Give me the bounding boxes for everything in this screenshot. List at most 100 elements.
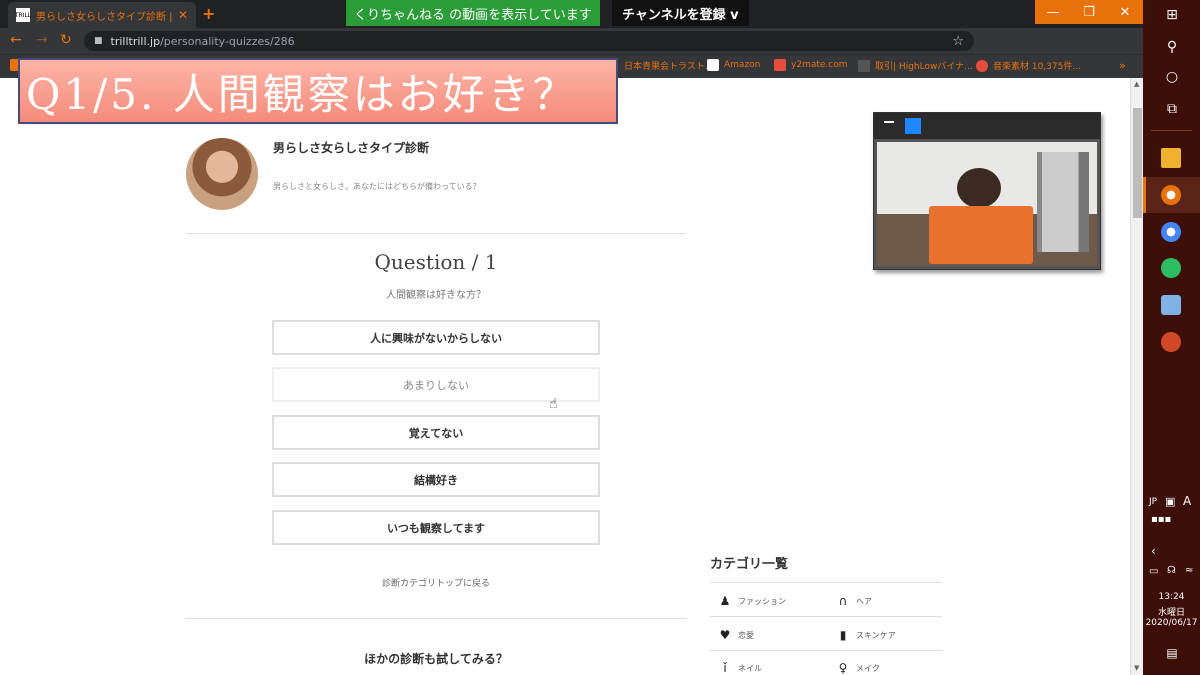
search-icon[interactable]: ⚲ <box>1163 38 1181 56</box>
chrome-icon[interactable] <box>1161 185 1181 205</box>
category-makeup[interactable]: ♀ メイク <box>836 661 880 675</box>
chrome-alt-icon[interactable] <box>1161 222 1181 242</box>
amazon-icon <box>707 59 719 71</box>
headphones-icon[interactable]: ☊ <box>1167 565 1176 576</box>
scroll-up-icon[interactable]: ▲ <box>1134 80 1139 88</box>
new-tab-button[interactable]: + <box>202 4 215 23</box>
bookmark-label: 日本青果会トラスト... <box>624 62 714 72</box>
quiz-description: 男らしさと女らしさ。あなたにはどちらが備わっている？ <box>273 182 481 191</box>
bookmark-label: Amazon <box>724 60 761 70</box>
browser-tab[interactable]: TRILL 男らしさ女らしさタイプ診断 | TRILL( ✕ <box>8 2 196 28</box>
file-explorer-icon[interactable] <box>1161 148 1181 168</box>
back-arrow-icon[interactable]: ← <box>10 32 22 48</box>
clock-date[interactable]: 2020/06/17 <box>1143 618 1200 628</box>
makeup-icon: ♀ <box>838 661 848 675</box>
nail-polish-icon: ǐ <box>723 661 727 675</box>
category-label: 恋愛 <box>738 630 754 640</box>
evernote-icon[interactable] <box>1161 258 1181 278</box>
clock-weekday[interactable]: 水曜日 <box>1143 605 1200 618</box>
bookmark-item[interactable]: Amazon <box>707 59 760 71</box>
taskbar-separator <box>1151 130 1192 131</box>
answer-option-1[interactable]: 人に興味がないからしない <box>272 320 600 355</box>
page-scrollbar[interactable]: ▲ ▼ <box>1130 78 1143 675</box>
action-center-icon[interactable]: ▤ <box>1163 644 1181 662</box>
category-love[interactable]: ♥ 恋愛 <box>718 628 754 642</box>
close-window-icon[interactable]: ✕ <box>1107 0 1143 24</box>
back-to-category-link[interactable]: 診断カテゴリトップに戻る <box>186 576 686 589</box>
answer-option-4[interactable]: 結構好き <box>272 462 600 497</box>
bookmark-item[interactable]: 音楽素材 10,375件... <box>976 59 1081 72</box>
clock-time[interactable]: 13:24 <box>1143 592 1200 602</box>
cortana-icon[interactable]: ○ <box>1163 68 1181 86</box>
notes-app-icon[interactable] <box>1161 295 1181 315</box>
maximize-icon[interactable]: ❐ <box>1071 0 1107 24</box>
chevron-left-icon[interactable]: ‹ <box>1151 544 1156 558</box>
category-label: ヘア <box>856 596 872 606</box>
scroll-down-icon[interactable]: ▼ <box>1134 664 1139 672</box>
site-favicon-icon: TRILL <box>15 8 31 22</box>
channel-showing-banner: くりちゃんねる の動画を表示しています <box>346 0 600 26</box>
minimize-icon[interactable]: — <box>1035 0 1071 24</box>
answer-option-5[interactable]: いつも観察してます <box>272 510 600 545</box>
address-bar-row: ← → ↻ ■ trilltrill.jp/personality-quizze… <box>0 28 1143 76</box>
windows-taskbar: ⊞ ⚲ ○ ⧉ JP ▣ A ▪▪▪ ‹ ▭ ☊ ≈ 13:24 水曜日 202… <box>1143 0 1200 675</box>
language-indicator[interactable]: JP <box>1149 497 1157 507</box>
question-caption: Q1/5. 人間観察はお好き？ <box>26 69 578 119</box>
ime-mode-indicator[interactable]: A <box>1183 494 1191 508</box>
tray-app-icon[interactable]: ▪▪▪ <box>1151 514 1171 525</box>
tab-close-icon[interactable]: ✕ <box>178 8 188 22</box>
url-field[interactable]: ■ trilltrill.jp/personality-quizzes/286 … <box>84 31 974 51</box>
forward-arrow-icon[interactable]: → <box>36 32 48 48</box>
category-nail[interactable]: ǐ ネイル <box>718 661 762 675</box>
person-figure <box>957 168 1001 208</box>
laptop-figure <box>929 206 1033 264</box>
webcam-titlebar[interactable] <box>874 113 1100 139</box>
bookmark-item[interactable]: 日本青果会トラスト... <box>624 59 713 72</box>
question-caption-overlay: Q1/5. 人間観察はお好き？ <box>18 58 618 124</box>
notification-tray-icon[interactable]: ▣ <box>1165 495 1175 508</box>
question-heading: Question / 1 <box>374 250 498 274</box>
subscribe-button[interactable]: チャンネルを登録 v <box>612 0 749 26</box>
bookmark-label: 取引| HighLowバイナ... <box>875 62 973 72</box>
hand-cursor-icon: ☝ <box>549 396 558 412</box>
reload-icon[interactable]: ↻ <box>60 32 72 48</box>
category-skincare[interactable]: ▮ スキンケア <box>836 628 896 642</box>
scrollbar-thumb[interactable] <box>1133 108 1142 218</box>
hair-icon: ∩ <box>838 594 848 608</box>
question-text: 人間観察は好きな方？ <box>386 290 486 301</box>
bookmark-label: 音楽素材 10,375件... <box>993 62 1081 72</box>
divider <box>710 650 942 651</box>
divider <box>186 618 686 619</box>
quiz-avatar <box>186 138 258 210</box>
divider <box>710 582 942 583</box>
powerpoint-icon[interactable] <box>1161 332 1181 352</box>
more-bookmarks-icon[interactable]: » <box>1119 59 1126 72</box>
background-shelf <box>1037 152 1089 252</box>
bookmark-item[interactable]: 取引| HighLowバイナ... <box>858 59 973 72</box>
minimize-icon[interactable] <box>884 121 894 123</box>
category-list-title: カテゴリ一覧 <box>710 557 789 572</box>
windows-start-icon[interactable]: ⊞ <box>1163 6 1181 24</box>
heart-icon: ♥ <box>719 628 731 642</box>
url-host: trilltrill.jp <box>110 34 161 48</box>
webcam-feed <box>877 142 1097 266</box>
wifi-icon[interactable]: ≈ <box>1185 565 1193 576</box>
battery-icon[interactable]: ▭ <box>1149 566 1158 577</box>
webcam-window[interactable] <box>873 112 1101 270</box>
dress-icon: ♟ <box>719 594 731 608</box>
download-icon <box>774 59 786 71</box>
other-quizzes-heading: ほかの診断も試してみる？ <box>364 652 508 666</box>
bookmark-star-icon[interactable]: ☆ <box>952 34 964 49</box>
answer-option-3[interactable]: 覚えてない <box>272 415 600 450</box>
category-hair[interactable]: ∩ ヘア <box>836 594 872 608</box>
bottle-icon: ▮ <box>839 628 847 642</box>
divider <box>186 233 686 234</box>
bookmark-item[interactable]: y2mate.com <box>774 59 847 71</box>
tab-title: 男らしさ女らしさタイプ診断 | TRILL( <box>36 11 172 23</box>
task-view-icon[interactable]: ⧉ <box>1163 100 1181 118</box>
category-fashion[interactable]: ♟ ファッション <box>718 594 786 608</box>
category-label: ネイル <box>738 663 762 673</box>
category-label: ファッション <box>738 596 786 606</box>
lock-icon: ■ <box>94 36 103 46</box>
quiz-title: 男らしさ女らしさタイプ診断 <box>273 141 430 155</box>
